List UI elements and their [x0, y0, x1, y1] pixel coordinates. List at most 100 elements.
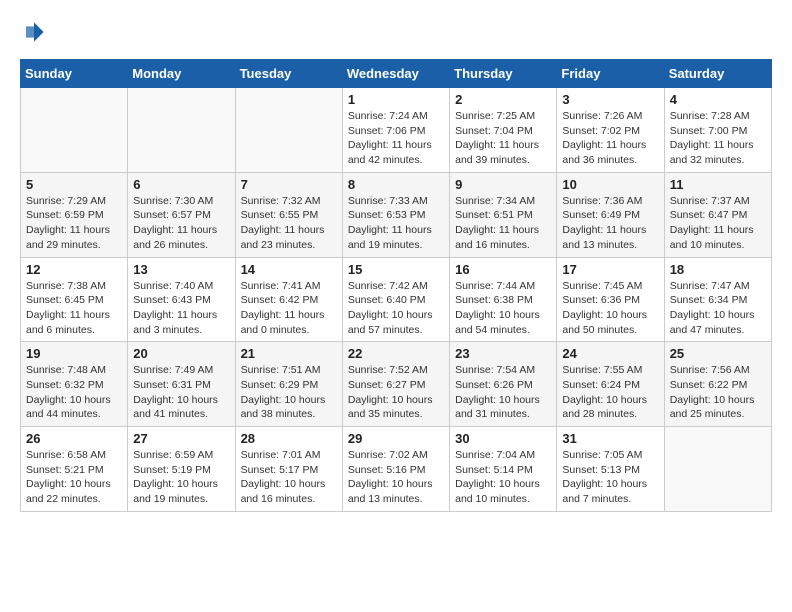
day-number: 10 — [562, 177, 658, 192]
day-number: 28 — [241, 431, 337, 446]
day-number: 22 — [348, 346, 444, 361]
calendar-week-row: 5Sunrise: 7:29 AM Sunset: 6:59 PM Daylig… — [21, 172, 772, 257]
logo — [20, 20, 46, 49]
day-info: Sunrise: 7:38 AM Sunset: 6:45 PM Dayligh… — [26, 279, 122, 338]
calendar-cell: 1Sunrise: 7:24 AM Sunset: 7:06 PM Daylig… — [342, 88, 449, 173]
day-info: Sunrise: 7:34 AM Sunset: 6:51 PM Dayligh… — [455, 194, 551, 253]
day-info: Sunrise: 7:49 AM Sunset: 6:31 PM Dayligh… — [133, 363, 229, 422]
day-info: Sunrise: 7:37 AM Sunset: 6:47 PM Dayligh… — [670, 194, 766, 253]
day-info: Sunrise: 7:01 AM Sunset: 5:17 PM Dayligh… — [241, 448, 337, 507]
calendar-cell: 21 Sunrise: 7:51 AM Sunset: 6:29 PM Dayli… — [235, 342, 342, 427]
calendar-cell — [235, 88, 342, 173]
calendar-cell: 26 Sunrise: 6:58 AM Sunset: 5:21 PM Dayli… — [21, 427, 128, 512]
weekday-header: Saturday — [664, 60, 771, 88]
calendar-cell — [664, 427, 771, 512]
day-info: Sunrise: 7:25 AM Sunset: 7:04 PM Dayligh… — [455, 109, 551, 168]
day-info: Sunrise: 7:02 AM Sunset: 5:16 PM Dayligh… — [348, 448, 444, 507]
weekday-header: Sunday — [21, 60, 128, 88]
day-number: 18 — [670, 262, 766, 277]
day-info: Sunrise: 7:32 AM Sunset: 6:55 PM Dayligh… — [241, 194, 337, 253]
day-info: Sunrise: 7:40 AM Sunset: 6:43 PM Dayligh… — [133, 279, 229, 338]
calendar-cell: 14 Sunrise: 7:41 AM Sunset: 6:42 PM Dayli… — [235, 257, 342, 342]
day-info: Sunrise: 7:44 AM Sunset: 6:38 PM Dayligh… — [455, 279, 551, 338]
day-number: 16 — [455, 262, 551, 277]
calendar-week-row: 26 Sunrise: 6:58 AM Sunset: 5:21 PM Dayli… — [21, 427, 772, 512]
day-info: Sunrise: 6:58 AM Sunset: 5:21 PM Dayligh… — [26, 448, 122, 507]
day-info: Sunrise: 7:48 AM Sunset: 6:32 PM Dayligh… — [26, 363, 122, 422]
day-number: 5 — [26, 177, 122, 192]
calendar-cell: 28 Sunrise: 7:01 AM Sunset: 5:17 PM Dayli… — [235, 427, 342, 512]
calendar-week-row: 1Sunrise: 7:24 AM Sunset: 7:06 PM Daylig… — [21, 88, 772, 173]
day-number: 23 — [455, 346, 551, 361]
calendar-cell: 3 Sunrise: 7:26 AM Sunset: 7:02 PM Daylig… — [557, 88, 664, 173]
day-info: Sunrise: 7:55 AM Sunset: 6:24 PM Dayligh… — [562, 363, 658, 422]
day-info: Sunrise: 7:42 AM Sunset: 6:40 PM Dayligh… — [348, 279, 444, 338]
weekday-header: Wednesday — [342, 60, 449, 88]
day-info: Sunrise: 7:47 AM Sunset: 6:34 PM Dayligh… — [670, 279, 766, 338]
day-number: 4 — [670, 92, 766, 107]
day-info: Sunrise: 7:51 AM Sunset: 6:29 PM Dayligh… — [241, 363, 337, 422]
day-number: 13 — [133, 262, 229, 277]
day-number: 29 — [348, 431, 444, 446]
day-number: 27 — [133, 431, 229, 446]
day-info: Sunrise: 7:05 AM Sunset: 5:13 PM Dayligh… — [562, 448, 658, 507]
day-number: 15 — [348, 262, 444, 277]
day-number: 31 — [562, 431, 658, 446]
calendar-cell: 24 Sunrise: 7:55 AM Sunset: 6:24 PM Dayli… — [557, 342, 664, 427]
day-info: Sunrise: 7:30 AM Sunset: 6:57 PM Dayligh… — [133, 194, 229, 253]
calendar-cell: 2 Sunrise: 7:25 AM Sunset: 7:04 PM Daylig… — [450, 88, 557, 173]
day-info: Sunrise: 7:33 AM Sunset: 6:53 PM Dayligh… — [348, 194, 444, 253]
day-number: 20 — [133, 346, 229, 361]
day-info: Sunrise: 7:04 AM Sunset: 5:14 PM Dayligh… — [455, 448, 551, 507]
weekday-header: Monday — [128, 60, 235, 88]
day-info: Sunrise: 7:36 AM Sunset: 6:49 PM Dayligh… — [562, 194, 658, 253]
day-number: 25 — [670, 346, 766, 361]
day-info: Sunrise: 7:54 AM Sunset: 6:26 PM Dayligh… — [455, 363, 551, 422]
calendar-cell — [21, 88, 128, 173]
day-info: Sunrise: 7:26 AM Sunset: 7:02 PM Dayligh… — [562, 109, 658, 168]
weekday-header: Tuesday — [235, 60, 342, 88]
day-number: 7 — [241, 177, 337, 192]
day-number: 30 — [455, 431, 551, 446]
calendar-cell: 17 Sunrise: 7:45 AM Sunset: 6:36 PM Dayli… — [557, 257, 664, 342]
calendar-cell: 31 Sunrise: 7:05 AM Sunset: 5:13 PM Dayli… — [557, 427, 664, 512]
calendar-cell: 4 Sunrise: 7:28 AM Sunset: 7:00 PM Daylig… — [664, 88, 771, 173]
day-number: 3 — [562, 92, 658, 107]
calendar-cell: 8Sunrise: 7:33 AM Sunset: 6:53 PM Daylig… — [342, 172, 449, 257]
day-info: Sunrise: 7:41 AM Sunset: 6:42 PM Dayligh… — [241, 279, 337, 338]
day-info: Sunrise: 7:24 AM Sunset: 7:06 PM Dayligh… — [348, 109, 444, 168]
weekday-header: Friday — [557, 60, 664, 88]
day-number: 26 — [26, 431, 122, 446]
page-header — [20, 20, 772, 49]
calendar-cell: 20 Sunrise: 7:49 AM Sunset: 6:31 PM Dayli… — [128, 342, 235, 427]
day-info: Sunrise: 7:28 AM Sunset: 7:00 PM Dayligh… — [670, 109, 766, 168]
day-number: 6 — [133, 177, 229, 192]
day-number: 12 — [26, 262, 122, 277]
calendar-cell: 11 Sunrise: 7:37 AM Sunset: 6:47 PM Dayli… — [664, 172, 771, 257]
day-number: 24 — [562, 346, 658, 361]
day-number: 14 — [241, 262, 337, 277]
day-number: 2 — [455, 92, 551, 107]
calendar-cell: 16 Sunrise: 7:44 AM Sunset: 6:38 PM Dayli… — [450, 257, 557, 342]
day-info: Sunrise: 7:56 AM Sunset: 6:22 PM Dayligh… — [670, 363, 766, 422]
logo-icon — [22, 20, 46, 44]
day-info: Sunrise: 7:52 AM Sunset: 6:27 PM Dayligh… — [348, 363, 444, 422]
calendar-cell: 19 Sunrise: 7:48 AM Sunset: 6:32 PM Dayli… — [21, 342, 128, 427]
calendar-cell: 29 Sunrise: 7:02 AM Sunset: 5:16 PM Dayli… — [342, 427, 449, 512]
calendar-cell: 22 Sunrise: 7:52 AM Sunset: 6:27 PM Dayli… — [342, 342, 449, 427]
calendar-cell: 27 Sunrise: 6:59 AM Sunset: 5:19 PM Dayli… — [128, 427, 235, 512]
calendar-table: SundayMondayTuesdayWednesdayThursdayFrid… — [20, 59, 772, 512]
day-number: 17 — [562, 262, 658, 277]
calendar-cell: 10 Sunrise: 7:36 AM Sunset: 6:49 PM Dayli… — [557, 172, 664, 257]
day-number: 21 — [241, 346, 337, 361]
day-info: Sunrise: 6:59 AM Sunset: 5:19 PM Dayligh… — [133, 448, 229, 507]
calendar-week-row: 19 Sunrise: 7:48 AM Sunset: 6:32 PM Dayli… — [21, 342, 772, 427]
calendar-cell: 9 Sunrise: 7:34 AM Sunset: 6:51 PM Daylig… — [450, 172, 557, 257]
day-number: 9 — [455, 177, 551, 192]
calendar-cell: 13 Sunrise: 7:40 AM Sunset: 6:43 PM Dayli… — [128, 257, 235, 342]
day-number: 11 — [670, 177, 766, 192]
calendar-cell: 5Sunrise: 7:29 AM Sunset: 6:59 PM Daylig… — [21, 172, 128, 257]
day-number: 19 — [26, 346, 122, 361]
day-info: Sunrise: 7:45 AM Sunset: 6:36 PM Dayligh… — [562, 279, 658, 338]
calendar-header: SundayMondayTuesdayWednesdayThursdayFrid… — [21, 60, 772, 88]
